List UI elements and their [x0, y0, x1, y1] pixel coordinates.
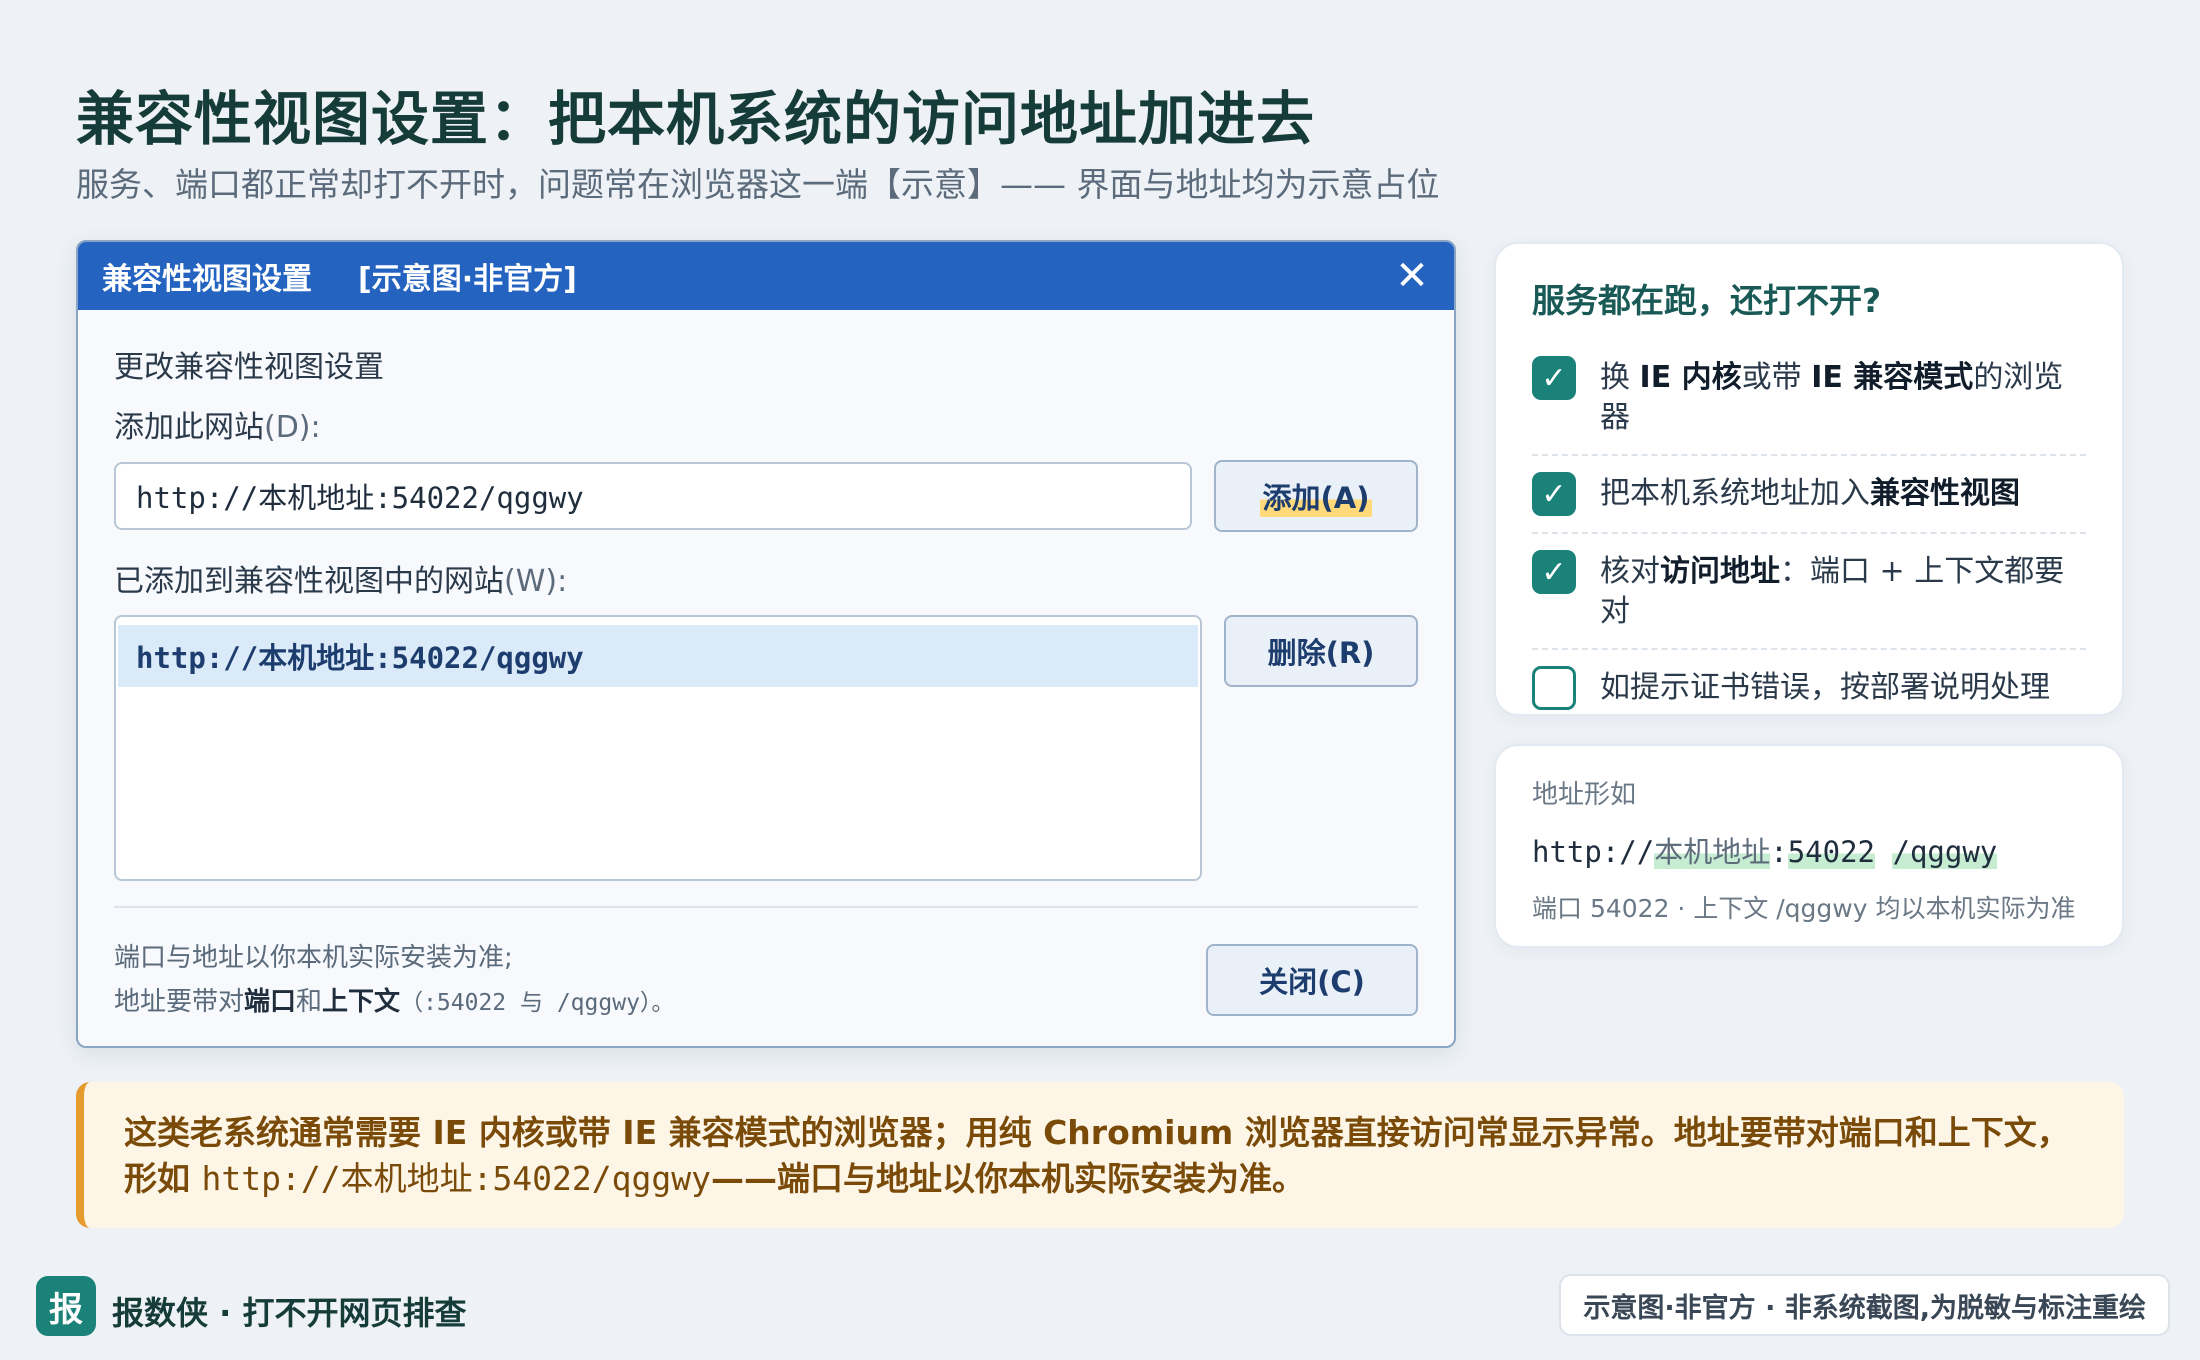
address-example-label: 地址形如	[1532, 780, 1637, 810]
note-text: 和	[296, 987, 323, 1017]
add-site-shortcut: (D):	[264, 410, 321, 445]
note-bold-port: 端口	[244, 987, 297, 1017]
address-example-card: 地址形如 http://本机地址:54022 /qggwy 端口 54022 ·…	[1494, 744, 2124, 948]
dialog-heading: 更改兼容性视图设置	[114, 350, 384, 385]
checkbox-checked[interactable]: ✓	[1532, 472, 1576, 516]
checklist-item: 如提示证书错误，按部署说明处理	[1532, 650, 2086, 726]
dialog-titlebar: 兼容性视图设置 [示意图·非官方] ✕	[78, 242, 1454, 310]
checklist-item-text: 换 IE 内核或带 IE 兼容模式的浏览器	[1600, 356, 2086, 438]
brand-name: 报数侠 · 打不开网页排查	[112, 1294, 467, 1332]
checklist-item: ✓ 换 IE 内核或带 IE 兼容模式的浏览器	[1532, 340, 2086, 456]
checklist-title: 服务都在跑，还打不开?	[1532, 281, 1882, 320]
site-list-shortcut: (W):	[504, 564, 568, 599]
url-port: 54022	[1787, 835, 1876, 869]
bold-text: IE 内核	[1639, 360, 1742, 395]
checklist-item-text: 核对访问地址：端口 + 上下文都要对	[1600, 550, 2086, 632]
checklist-card: 服务都在跑，还打不开? ✓ 换 IE 内核或带 IE 兼容模式的浏览器 ✓ 把本…	[1494, 242, 2124, 716]
compat-view-dialog: 兼容性视图设置 [示意图·非官方] ✕ 更改兼容性视图设置 添加此网站(D): …	[76, 240, 1456, 1048]
checklist-item-text: 把本机系统地址加入兼容性视图	[1600, 472, 2020, 514]
add-site-label-text: 添加此网站	[114, 410, 264, 445]
dialog-note-line1: 端口与地址以你本机实际安装为准;	[114, 943, 513, 973]
bold-text: 访问地址	[1660, 554, 1780, 589]
text: 换	[1600, 360, 1640, 395]
list-item[interactable]: http://本机地址:54022/qggwy	[118, 625, 1198, 687]
address-example-note: 端口 54022 · 上下文 /qggwy 均以本机实际为准	[1532, 894, 2076, 923]
site-list[interactable]: http://本机地址:54022/qggwy	[114, 615, 1202, 881]
bold-text: IE 兼容模式	[1811, 360, 1974, 395]
note-text: 地址要带对	[114, 987, 245, 1017]
text: 核对	[1600, 554, 1660, 589]
page-title: 兼容性视图设置：把本机系统的访问地址加进去	[76, 85, 1316, 153]
url-host: 本机地址	[1654, 835, 1771, 869]
url-path: /qggwy	[1892, 835, 1998, 869]
dialog-note: 端口与地址以你本机实际安装为准; 地址要带对端口和上下文（:54022 与 /q…	[114, 936, 674, 1025]
dialog-title-tag: [示意图·非官方]	[358, 262, 577, 297]
site-list-label-text: 已添加到兼容性视图中的网站	[114, 564, 504, 599]
remove-button[interactable]: 删除(R)	[1224, 615, 1418, 687]
text: 或带	[1741, 360, 1812, 395]
note-bold-context: 上下文	[322, 987, 401, 1017]
dialog-title: 兼容性视图设置	[102, 262, 312, 297]
checkbox-checked[interactable]: ✓	[1532, 356, 1576, 400]
checklist-item: ✓ 核对访问地址：端口 + 上下文都要对	[1532, 534, 2086, 650]
bold-text: 兼容性视图	[1870, 476, 2020, 511]
note-code: （:54022 与 /qggwy）。	[400, 990, 675, 1016]
dialog-note-line2: 地址要带对端口和上下文（:54022 与 /qggwy）。	[114, 980, 674, 1025]
checkbox-checked[interactable]: ✓	[1532, 550, 1576, 594]
text: 如提示证书错误，按部署说明处理	[1600, 670, 2050, 705]
checklist-item-text: 如提示证书错误，按部署说明处理	[1600, 666, 2050, 708]
address-example-url: http://本机地址:54022 /qggwy	[1532, 829, 2086, 871]
url-scheme: http://	[1532, 835, 1655, 869]
add-site-label: 添加此网站(D):	[114, 402, 321, 446]
close-icon[interactable]: ✕	[1390, 253, 1434, 299]
close-button[interactable]: 关闭(C)	[1206, 944, 1418, 1016]
notice-code: http://本机地址:54022/qggwy	[201, 1159, 712, 1198]
page-subtitle: 服务、端口都正常却打不开时，问题常在浏览器这一端【示意】—— 界面与地址均为示意…	[76, 165, 1440, 204]
brand-logo: 报	[36, 1276, 96, 1336]
text: 把本机系统地址加入	[1600, 476, 1870, 511]
add-site-input[interactable]	[114, 462, 1192, 530]
add-button[interactable]: 添加(A)	[1214, 460, 1418, 532]
notice-banner: 这类老系统通常需要 IE 内核或带 IE 兼容模式的浏览器；用纯 Chromiu…	[76, 1082, 2124, 1228]
checklist-item: ✓ 把本机系统地址加入兼容性视图	[1532, 456, 2086, 534]
site-list-label: 已添加到兼容性视图中的网站(W):	[114, 556, 567, 600]
disclaimer-badge: 示意图·非官方 · 非系统截图,为脱敏与标注重绘	[1559, 1274, 2170, 1336]
notice-text: ——端口与地址以你本机实际安装为准。	[711, 1159, 1305, 1198]
add-button-label: 添加(A)	[1259, 475, 1373, 517]
url-sep: :	[1770, 835, 1788, 869]
dialog-divider	[114, 906, 1418, 908]
checkbox-unchecked[interactable]	[1532, 666, 1576, 710]
